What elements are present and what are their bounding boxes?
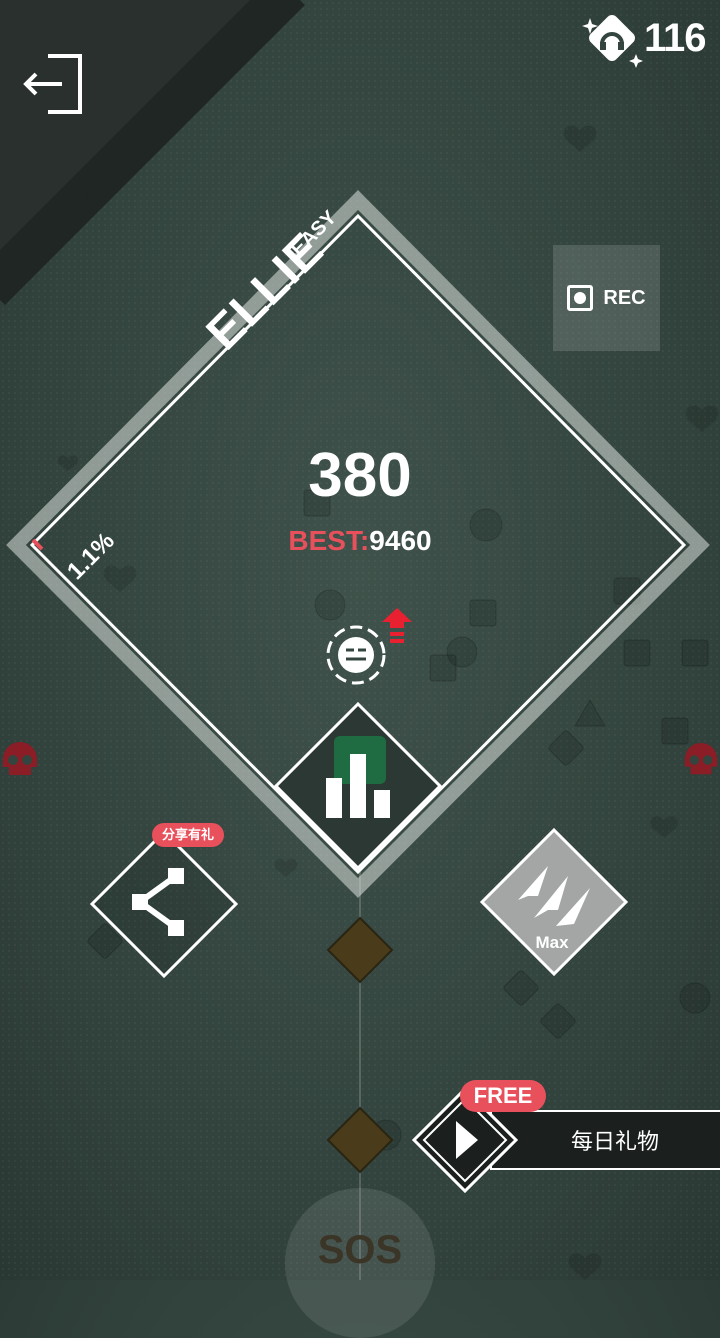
best-score-value: 9460: [369, 525, 432, 556]
share-button[interactable]: [88, 828, 240, 980]
best-score-label: BEST:: [288, 525, 370, 556]
sos-label: SOS: [317, 1228, 403, 1272]
current-score: 380: [308, 441, 412, 510]
ranking-button[interactable]: [272, 700, 444, 872]
best-score: BEST:9460: [220, 525, 500, 557]
daily-gift-button[interactable]: 每日礼物: [490, 1110, 720, 1170]
max-boost-button[interactable]: [478, 826, 630, 978]
skull-icon: [3, 742, 37, 775]
ranking-icon: [326, 736, 390, 818]
share-gift-badge: 分享有礼: [152, 823, 224, 847]
skull-icon: [684, 742, 718, 775]
max-label: Max: [535, 933, 569, 952]
upgrade-arrow-icon: [382, 608, 412, 643]
sos-button[interactable]: SOS: [285, 1188, 435, 1338]
free-badge: FREE: [460, 1080, 546, 1112]
note-diamond: [326, 916, 394, 984]
daily-gift-label: 每日礼物: [570, 1129, 659, 1154]
note-diamond: [326, 1106, 394, 1174]
